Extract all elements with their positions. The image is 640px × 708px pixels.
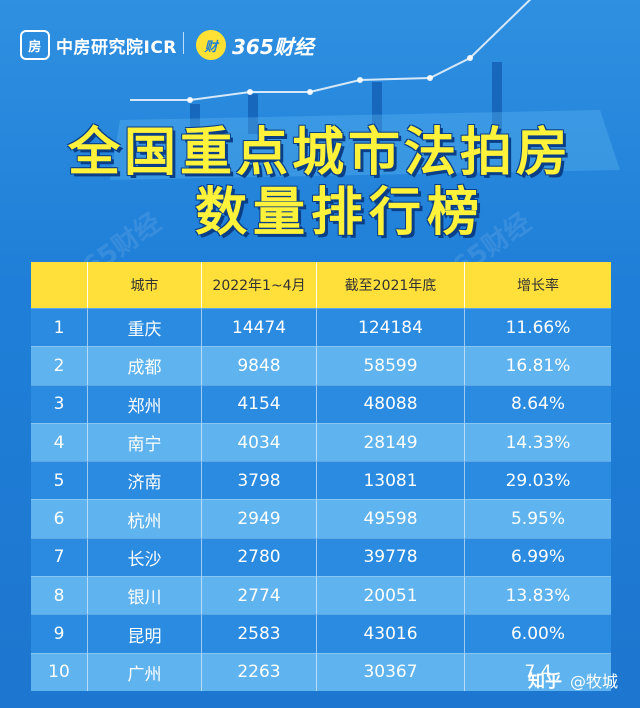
icr-logo: 房 中房研究院ICR: [20, 30, 177, 60]
table-row: 8 银川 2774 20051 13.83%: [31, 576, 611, 615]
count-2021-cell: 30367: [317, 652, 465, 691]
growth-cell: 5.95%: [465, 499, 611, 537]
city-cell: 广州: [88, 652, 202, 691]
table-row: 5 济南 3798 13081 29.03%: [31, 461, 611, 500]
count-2021-cell: 13081: [317, 461, 465, 500]
caijing-logo-text: 365财经: [232, 34, 314, 59]
growth-cell: 16.81%: [465, 346, 611, 384]
rank-cell: 8: [31, 576, 88, 615]
count-2022-cell: 9848: [202, 346, 317, 385]
count-2022-cell: 2263: [202, 652, 317, 691]
city-cell: 南宁: [88, 422, 202, 462]
table-row: 10 广州 2263 30367 7.4: [31, 652, 611, 691]
header-rank: [31, 262, 88, 308]
city-cell: 银川: [88, 576, 202, 615]
count-2021-cell: 58599: [317, 346, 465, 385]
header-growth: 增长率: [517, 278, 559, 294]
rank-cell: 1: [31, 308, 88, 347]
table-row: 7 长沙 2780 39778 6.99%: [31, 537, 611, 577]
growth-cell: 29.03%: [465, 461, 611, 499]
count-2022-cell: 2583: [202, 614, 317, 653]
count-2021-cell: 39778: [317, 537, 465, 577]
count-2021-cell: 124184: [317, 308, 465, 347]
icr-logo-text: 中房研究院ICR: [56, 37, 177, 58]
header-2022: 2022年1~4月: [202, 262, 317, 308]
city-cell: 昆明: [88, 614, 202, 653]
growth-cell: 8.64%: [465, 384, 611, 423]
ranking-table: 城市 2022年1~4月 截至2021年底 增长率 1 重庆 14474 124…: [31, 262, 611, 691]
growth-cell: 6.99%: [465, 537, 611, 576]
count-2021-cell: 48088: [317, 384, 465, 423]
count-2021-cell: 20051: [317, 576, 465, 615]
table-row: 6 杭州 2949 49598 5.95%: [31, 499, 611, 538]
logo-divider: [183, 32, 184, 54]
count-2022-cell: 14474: [202, 308, 317, 347]
growth-cell: 6.00%: [465, 614, 611, 652]
table-row: 4 南宁 4034 28149 14.33%: [31, 422, 611, 462]
author-handle: @牧城: [569, 671, 618, 691]
growth-cell: 14.33%: [465, 422, 611, 461]
coin-logo-icon: 财: [196, 30, 226, 60]
zhihu-logo: 知乎: [527, 672, 562, 692]
count-2021-cell: 49598: [317, 499, 465, 538]
city-cell: 重庆: [88, 308, 202, 347]
count-2022-cell: 2780: [202, 537, 317, 577]
count-2022-cell: 4034: [202, 422, 317, 462]
caijing-logo: 财 365财经: [196, 30, 314, 60]
rank-cell: 3: [31, 384, 88, 423]
city-cell: 长沙: [88, 537, 202, 577]
rank-cell: 5: [31, 461, 88, 500]
header-2021: 截至2021年底: [317, 262, 465, 308]
count-2021-cell: 28149: [317, 422, 465, 462]
page-title-line2: 数量排行榜: [194, 183, 485, 243]
count-2021-cell: 43016: [317, 614, 465, 653]
rank-cell: 2: [31, 346, 88, 385]
table-row: 1 重庆 14474 124184 11.66%: [31, 308, 611, 347]
rank-cell: 4: [31, 422, 88, 462]
count-2022-cell: 4154: [202, 384, 317, 423]
rank-cell: 7: [31, 537, 88, 577]
house-logo-icon: 房: [20, 30, 50, 60]
count-2022-cell: 2949: [202, 499, 317, 538]
source-attribution: 知乎 @牧城: [527, 667, 618, 693]
rank-cell: 6: [31, 499, 88, 538]
count-2022-cell: 2774: [202, 576, 317, 615]
table-row: 9 昆明 2583 43016 6.00%: [31, 614, 611, 653]
rank-cell: 10: [31, 652, 88, 691]
table-header-row: 城市 2022年1~4月 截至2021年底 增长率: [31, 262, 611, 308]
rank-cell: 9: [31, 614, 88, 653]
city-cell: 成都: [88, 346, 202, 385]
growth-cell: 11.66%: [465, 308, 611, 346]
table-row: 2 成都 9848 58599 16.81%: [31, 346, 611, 385]
table-row: 3 郑州 4154 48088 8.64%: [31, 384, 611, 423]
growth-cell: 13.83%: [465, 576, 611, 614]
city-cell: 济南: [88, 461, 202, 500]
city-cell: 杭州: [88, 499, 202, 538]
city-cell: 郑州: [88, 384, 202, 423]
count-2022-cell: 3798: [202, 461, 317, 500]
header-city: 城市: [88, 262, 202, 308]
